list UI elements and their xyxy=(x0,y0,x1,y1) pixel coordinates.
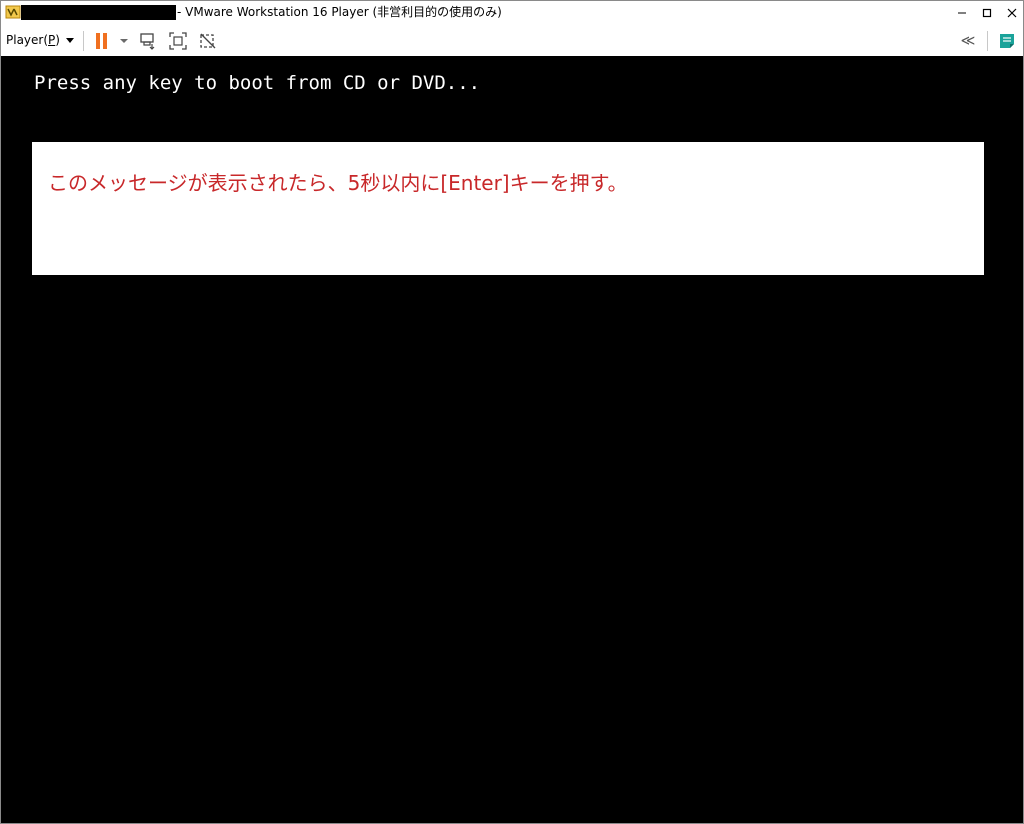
collapse-icon: ≪ xyxy=(960,33,976,49)
send-ctrl-alt-del-icon xyxy=(140,33,155,50)
notes-button[interactable] xyxy=(996,30,1018,52)
player-menu-accelerator: P xyxy=(48,33,56,47)
pause-dropdown-chevron-icon[interactable] xyxy=(120,39,128,43)
minimize-icon xyxy=(958,12,966,14)
player-menu-label: Player( xyxy=(6,33,49,47)
vmware-app-icon[interactable] xyxy=(5,4,21,20)
unity-icon xyxy=(200,33,216,49)
full-screen-icon xyxy=(169,32,187,50)
send-ctrl-alt-del-button[interactable] xyxy=(137,30,159,52)
boot-message: Press any key to boot from CD or DVD... xyxy=(34,72,481,94)
pause-button[interactable] xyxy=(91,30,113,52)
annotation-text: このメッセージが表示されたら、5秒以内に[Enter]キーを押す。 xyxy=(48,171,628,195)
player-menu-suffix: ) xyxy=(55,33,60,47)
toolbar-separator xyxy=(83,31,84,51)
maximize-icon xyxy=(982,8,992,18)
toolbar: Player(P) ≪ xyxy=(1,25,1023,56)
close-button[interactable] xyxy=(997,1,1024,25)
vm-display[interactable]: Press any key to boot from CD or DVD... … xyxy=(1,56,1023,823)
toolbar-separator xyxy=(987,31,988,51)
redacted-vm-name xyxy=(21,5,176,20)
window-title: - VMware Workstation 16 Player (非営利目的の使用… xyxy=(177,5,502,19)
pause-icon xyxy=(96,33,107,49)
player-menu-button[interactable]: Player(P) xyxy=(6,31,74,49)
vmware-player-window: - VMware Workstation 16 Player (非営利目的の使用… xyxy=(0,0,1024,824)
notes-icon xyxy=(1000,34,1014,48)
collapse-toolbar-button[interactable]: ≪ xyxy=(957,30,979,52)
unity-button[interactable] xyxy=(197,30,219,52)
close-icon xyxy=(1007,8,1017,18)
full-screen-button[interactable] xyxy=(167,30,189,52)
title-bar[interactable]: - VMware Workstation 16 Player (非営利目的の使用… xyxy=(1,1,1023,25)
annotation-box: このメッセージが表示されたら、5秒以内に[Enter]キーを押す。 xyxy=(32,142,984,275)
chevron-down-icon xyxy=(65,37,74,43)
